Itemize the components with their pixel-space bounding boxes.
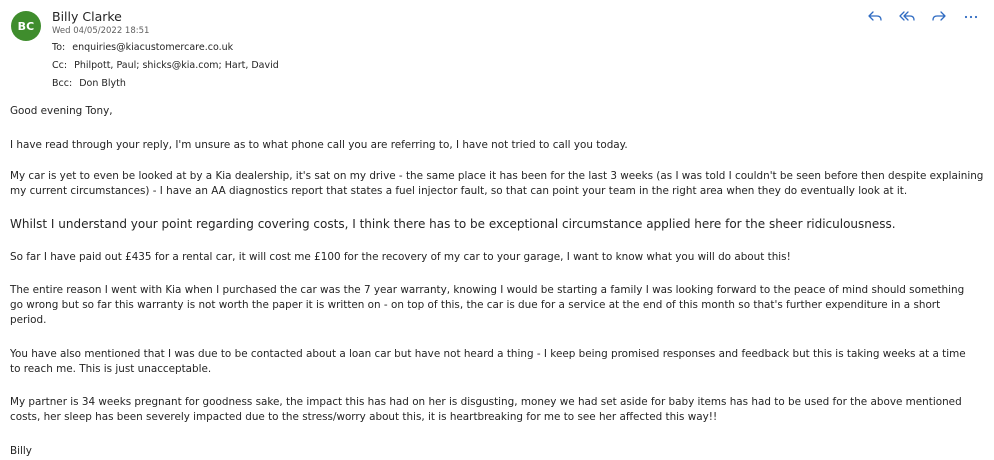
paragraph-partner-line-2: costs, her sleep has been severely impac… bbox=[10, 411, 718, 423]
paragraph-inspection-line-2: my current circumstances) - I have an AA… bbox=[10, 185, 908, 197]
paragraph-reply: I have read through your reply, I'm unsu… bbox=[10, 139, 628, 151]
sender-name[interactable]: Billy Clarke bbox=[52, 9, 122, 24]
more-icon[interactable] bbox=[960, 6, 982, 26]
reply-all-icon[interactable] bbox=[896, 6, 918, 26]
paragraph-warranty-line-3: period. bbox=[10, 314, 47, 326]
avatar[interactable]: BC bbox=[11, 11, 41, 41]
cc-label: Cc: bbox=[52, 60, 68, 71]
bcc-label: Bcc: bbox=[52, 78, 73, 89]
message-actions bbox=[864, 6, 982, 26]
to-label: To: bbox=[52, 42, 66, 53]
reply-icon[interactable] bbox=[864, 6, 886, 26]
cc-line: Cc: Philpott, Paul; shicks@kia.com; Hart… bbox=[52, 60, 279, 71]
paragraph-loan-car-line-2: to reach me. This is just unacceptable. bbox=[10, 363, 212, 375]
to-line: To: enquiries@kiacustomercare.co.uk bbox=[52, 42, 233, 53]
forward-icon[interactable] bbox=[928, 6, 950, 26]
bcc-line: Bcc: Don Blyth bbox=[52, 78, 126, 89]
paragraph-warranty-line-1: The entire reason I went with Kia when I… bbox=[10, 284, 965, 296]
signoff: Billy bbox=[10, 445, 32, 457]
paragraph-inspection-line-1: My car is yet to even be looked at by a … bbox=[10, 170, 984, 182]
greeting: Good evening Tony, bbox=[10, 105, 113, 117]
paragraph-warranty-line-2: go wrong but so far this warranty is not… bbox=[10, 299, 941, 311]
to-recipients[interactable]: enquiries@kiacustomercare.co.uk bbox=[72, 42, 233, 53]
paragraph-costs: Whilst I understand your point regarding… bbox=[10, 217, 896, 231]
cc-recipients[interactable]: Philpott, Paul; shicks@kia.com; Hart, Da… bbox=[74, 60, 279, 71]
bcc-recipients[interactable]: Don Blyth bbox=[79, 78, 126, 89]
paragraph-partner-line-1: My partner is 34 weeks pregnant for good… bbox=[10, 396, 962, 408]
paragraph-rental: So far I have paid out £435 for a rental… bbox=[10, 251, 791, 263]
paragraph-loan-car-line-1: You have also mentioned that I was due t… bbox=[10, 348, 966, 360]
sent-date: Wed 04/05/2022 18:51 bbox=[52, 26, 150, 36]
